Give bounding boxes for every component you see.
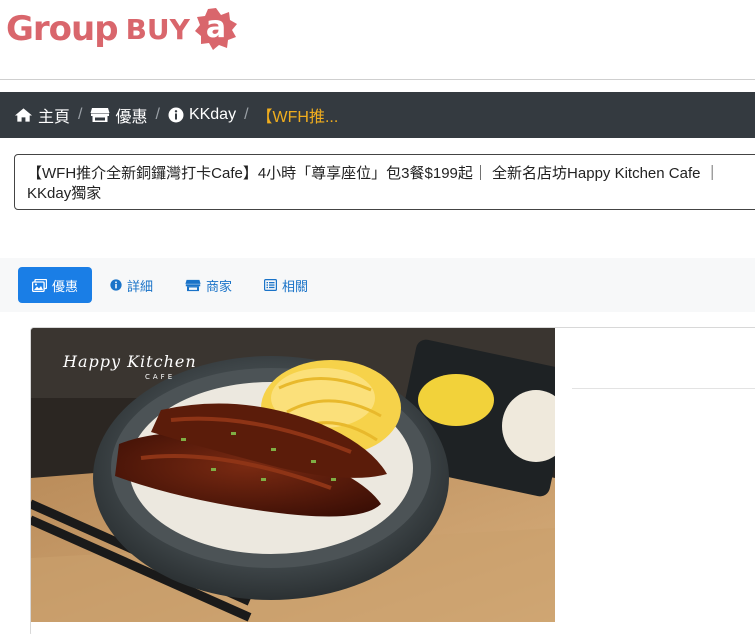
breadcrumb-deals-label: 優惠 [115,109,148,126]
logo-badge: a [194,7,238,51]
breadcrumb-separator: / [155,106,160,123]
tab-deal-label: 優惠 [52,278,79,294]
tab-details-label: 詳細 [127,278,154,294]
home-icon [14,108,33,122]
tab-related-label: 相關 [282,278,309,294]
info-icon [110,279,122,291]
info-icon [168,107,184,123]
tab-merchant[interactable]: 商家 [171,267,246,303]
breadcrumb: 主頁 / 優惠 / KKday / 【WFH推... [0,92,755,138]
photo-brand-sub: CAFE [145,373,176,381]
logo-text-buy: BUY [125,12,190,46]
logo-badge-letter: a [205,10,227,45]
tab-deal[interactable]: 優惠 [18,267,93,303]
tab-merchant-label: 商家 [206,278,233,294]
photo-brand-logo: Happy Kitchen [63,352,197,371]
eel-rice-bowl-image [31,328,555,622]
logo-text-group: Group [6,9,119,49]
card-divider [572,388,755,389]
image-icon [32,278,47,292]
store-icon [90,108,110,122]
deal-title: 【WFH推介全新銅鑼灣打卡Cafe】4小時「尊享座位」包3餐$199起｜ 全新名… [14,154,755,210]
breadcrumb-separator: / [244,106,249,123]
tab-bar: 優惠 詳細 商家 相關 [0,258,755,312]
tab-details[interactable]: 詳細 [96,267,167,303]
list-icon [264,279,278,291]
tab-related[interactable]: 相關 [250,267,322,303]
header: Group BUY a [0,0,755,80]
breadcrumb-home-label: 主頁 [38,109,71,126]
deal-card: Happy Kitchen CAFE [30,327,755,634]
breadcrumb-kkday-label: KKday [188,106,237,123]
site-logo[interactable]: Group BUY a [6,6,238,52]
deal-photo[interactable]: Happy Kitchen CAFE [31,328,555,622]
breadcrumb-home[interactable]: 主頁 [14,103,70,127]
breadcrumb-separator: / [78,106,83,123]
breadcrumb-deals[interactable]: 優惠 [90,103,147,127]
store-icon [185,279,201,291]
breadcrumb-kkday[interactable]: KKday [168,106,236,124]
breadcrumb-current: 【WFH推... [256,109,339,126]
